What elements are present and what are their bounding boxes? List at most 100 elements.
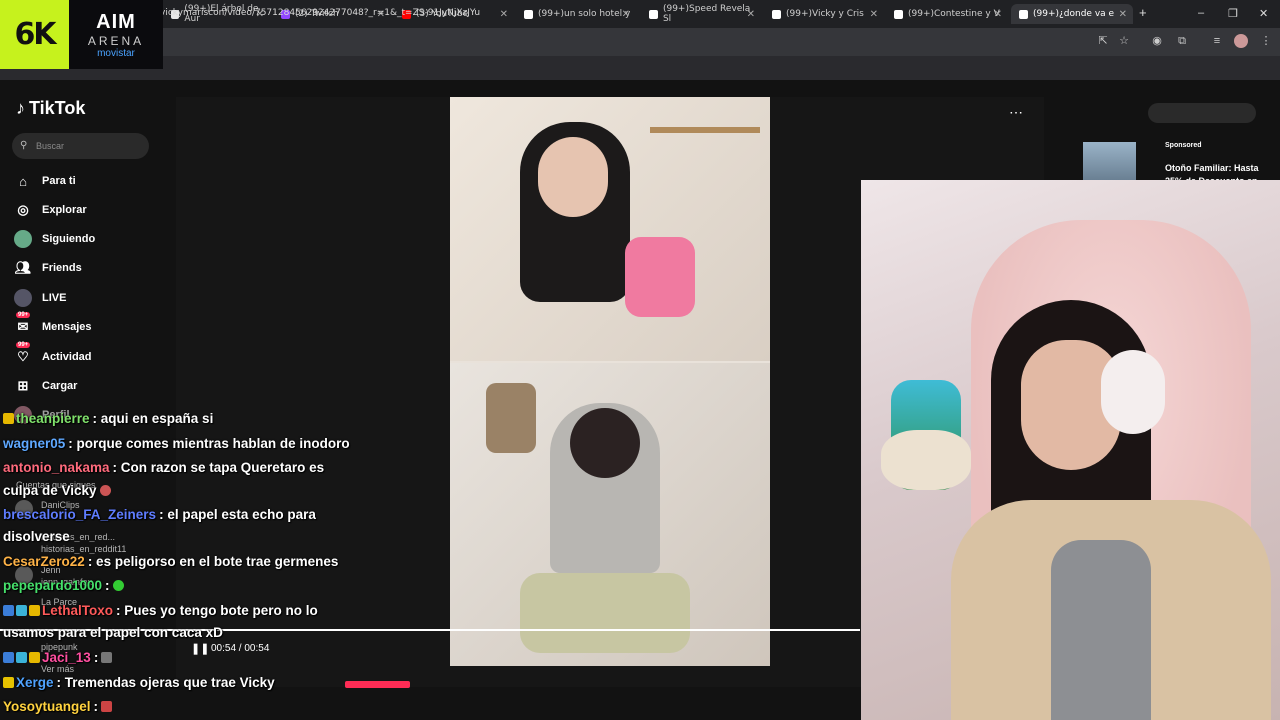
chat-message: pepepardo1000: bbox=[3, 578, 124, 593]
chat-text: : es peligorso en el bote trae germenes bbox=[87, 554, 339, 569]
tiktok-icon bbox=[524, 9, 533, 19]
video-frame-bottom bbox=[450, 363, 770, 666]
profile-avatar-icon[interactable] bbox=[1234, 34, 1248, 48]
top-right-controls[interactable] bbox=[1148, 103, 1256, 123]
chat-continuation: disolverse bbox=[3, 529, 70, 544]
browser-tab[interactable]: (99+)Vicky y Cris ✕ bbox=[764, 4, 884, 24]
nav-label: Cargar bbox=[42, 380, 78, 392]
cat-headphones bbox=[1101, 350, 1165, 434]
statue bbox=[486, 383, 536, 453]
chat-text: : bbox=[105, 578, 110, 593]
aim-logo-text: AIM bbox=[96, 10, 136, 33]
shield-badge-icon bbox=[3, 677, 14, 688]
nav-friends[interactable]: 👥︎ Friends bbox=[14, 258, 82, 278]
minimize-button[interactable]: – bbox=[1198, 7, 1204, 19]
video-frame-top bbox=[450, 97, 770, 361]
chat-text: : aqui en españa si bbox=[92, 411, 214, 426]
reading-list-icon[interactable]: ≡ bbox=[1210, 34, 1224, 48]
nav-label: Siguiendo bbox=[42, 233, 96, 245]
nav-cargar[interactable]: ⊞ Cargar bbox=[14, 376, 78, 396]
compass-icon: ◎ bbox=[17, 202, 29, 217]
chat-text: : porque comes mientras hablan de inodor… bbox=[68, 436, 350, 451]
chat-username: pepepardo1000 bbox=[3, 578, 103, 593]
chat-message: wagner05: porque comes mientras hablan d… bbox=[3, 436, 350, 451]
sponsored-thumbnail[interactable] bbox=[1083, 142, 1136, 180]
chat-username: brescalorio_FA_Zeiners bbox=[3, 507, 157, 522]
webcam-feed bbox=[861, 180, 1280, 720]
sponsored-label: Sponsored bbox=[1165, 142, 1202, 149]
browser-tab[interactable]: (99+)Speed Revela Sl ✕ bbox=[641, 4, 761, 24]
following-name[interactable]: historias_en_reddit11 bbox=[41, 544, 126, 554]
tab-label: (99+)¿donde va e bbox=[1033, 9, 1115, 19]
video-player[interactable] bbox=[450, 97, 770, 666]
browser-tab-active[interactable]: (99+)¿donde va e ✕ bbox=[1011, 4, 1133, 24]
live-icon bbox=[14, 289, 32, 307]
chat-text: : Pues yo tengo bote pero no lo bbox=[116, 603, 318, 618]
emote-icon bbox=[112, 580, 124, 591]
browser-tab[interactable]: (99+)un solo hotel y ✕ bbox=[516, 4, 636, 24]
chat-continuation: culpa de Vicky bbox=[3, 483, 111, 498]
close-tab-icon[interactable]: ✕ bbox=[622, 9, 630, 20]
chat-username: Jaci_13 bbox=[42, 650, 91, 665]
close-tab-icon[interactable]: ✕ bbox=[500, 9, 508, 20]
url-field[interactable]: vickymariscon/video/7571284562924277048?… bbox=[160, 8, 480, 18]
tiktok-logo[interactable]: ♪ TikTok bbox=[16, 98, 85, 119]
screen: (99+)El árbol de Aur ✕ (2) Twitch ✕ (3) Yo… bbox=[0, 0, 1280, 720]
activity-icon: ♡ 99+ bbox=[16, 342, 31, 364]
tiktok-icon bbox=[649, 9, 658, 19]
pause-icon[interactable]: ❚❚ bbox=[191, 642, 209, 655]
chat-text: : bbox=[93, 699, 99, 714]
maximize-button[interactable]: ❐ bbox=[1228, 7, 1238, 20]
search-icon: ⚲ bbox=[20, 140, 28, 151]
friends-icon: 👥︎ bbox=[14, 260, 32, 275]
emote-icon bbox=[101, 652, 113, 663]
new-tab-button[interactable]: + bbox=[1139, 5, 1147, 20]
messages-icon: ✉ 99+ bbox=[16, 312, 31, 334]
nav-live[interactable]: LIVE bbox=[14, 288, 66, 308]
search-input[interactable]: ⚲ Buscar bbox=[12, 133, 149, 159]
aim-arena-logo: AIM ARENA movistar bbox=[69, 0, 163, 69]
nav-label: Friends bbox=[42, 262, 82, 274]
green-pillow bbox=[520, 573, 690, 653]
tank-top bbox=[1051, 540, 1151, 720]
chat-username: antonio_nakama bbox=[3, 460, 110, 475]
prime-badge-icon bbox=[3, 652, 14, 663]
close-tab-icon[interactable]: ✕ bbox=[870, 9, 878, 20]
chat-message: CesarZero22: es peligorso en el bote tra… bbox=[3, 554, 338, 569]
more-options-icon[interactable]: ⋯ bbox=[1009, 104, 1023, 121]
chat-username: wagner05 bbox=[3, 436, 66, 451]
home-icon: ⌂ bbox=[19, 173, 27, 189]
chat-message: Xerge: Tremendas ojeras que trae Vicky bbox=[3, 675, 275, 690]
chat-username: LethalToxo bbox=[42, 603, 114, 618]
close-tab-icon[interactable]: ✕ bbox=[1119, 9, 1127, 20]
tiktok-icon bbox=[894, 9, 903, 19]
tiktok-icon bbox=[772, 9, 781, 19]
nav-siguiendo[interactable]: Siguiendo bbox=[14, 229, 95, 249]
bookmark-star-icon[interactable]: ☆ bbox=[1117, 34, 1131, 48]
close-tab-icon[interactable]: ✕ bbox=[747, 9, 755, 20]
nav-explorar[interactable]: ◎ Explorar bbox=[14, 200, 86, 220]
extension-icon[interactable]: ◉ bbox=[1150, 34, 1164, 48]
see-more-link[interactable]: Ver más bbox=[41, 664, 74, 674]
nav-para-ti[interactable]: ⌂ Para ti bbox=[14, 171, 76, 191]
pink-toy bbox=[625, 237, 695, 317]
install-app-icon[interactable]: ⇱ bbox=[1096, 34, 1110, 48]
nav-mensajes[interactable]: ✉ 99+ Mensajes bbox=[14, 312, 92, 337]
close-window-button[interactable]: ✕ bbox=[1259, 7, 1268, 20]
chat-username: Yosoytuangel bbox=[3, 699, 91, 714]
nav-actividad[interactable]: ♡ 99+ Actividad bbox=[14, 342, 92, 367]
hair-shape bbox=[570, 408, 640, 478]
browser-tab[interactable]: (99+)Contestine y V ✕ bbox=[886, 4, 1008, 24]
face-shape bbox=[538, 137, 608, 217]
address-bar bbox=[0, 28, 1280, 56]
puzzle-icon[interactable]: ⧉ bbox=[1175, 34, 1189, 48]
follow-button[interactable] bbox=[345, 681, 410, 688]
close-tab-icon[interactable]: ✕ bbox=[994, 9, 1002, 20]
subscriber-badge-icon bbox=[29, 605, 40, 616]
tiktok-icon bbox=[1019, 9, 1028, 19]
shield-badge-icon bbox=[16, 652, 27, 663]
browser-menu-icon[interactable]: ⋮ bbox=[1259, 34, 1273, 48]
emote-icon bbox=[99, 485, 111, 496]
upload-icon: ⊞ bbox=[17, 378, 29, 393]
prime-badge-icon bbox=[3, 605, 14, 616]
